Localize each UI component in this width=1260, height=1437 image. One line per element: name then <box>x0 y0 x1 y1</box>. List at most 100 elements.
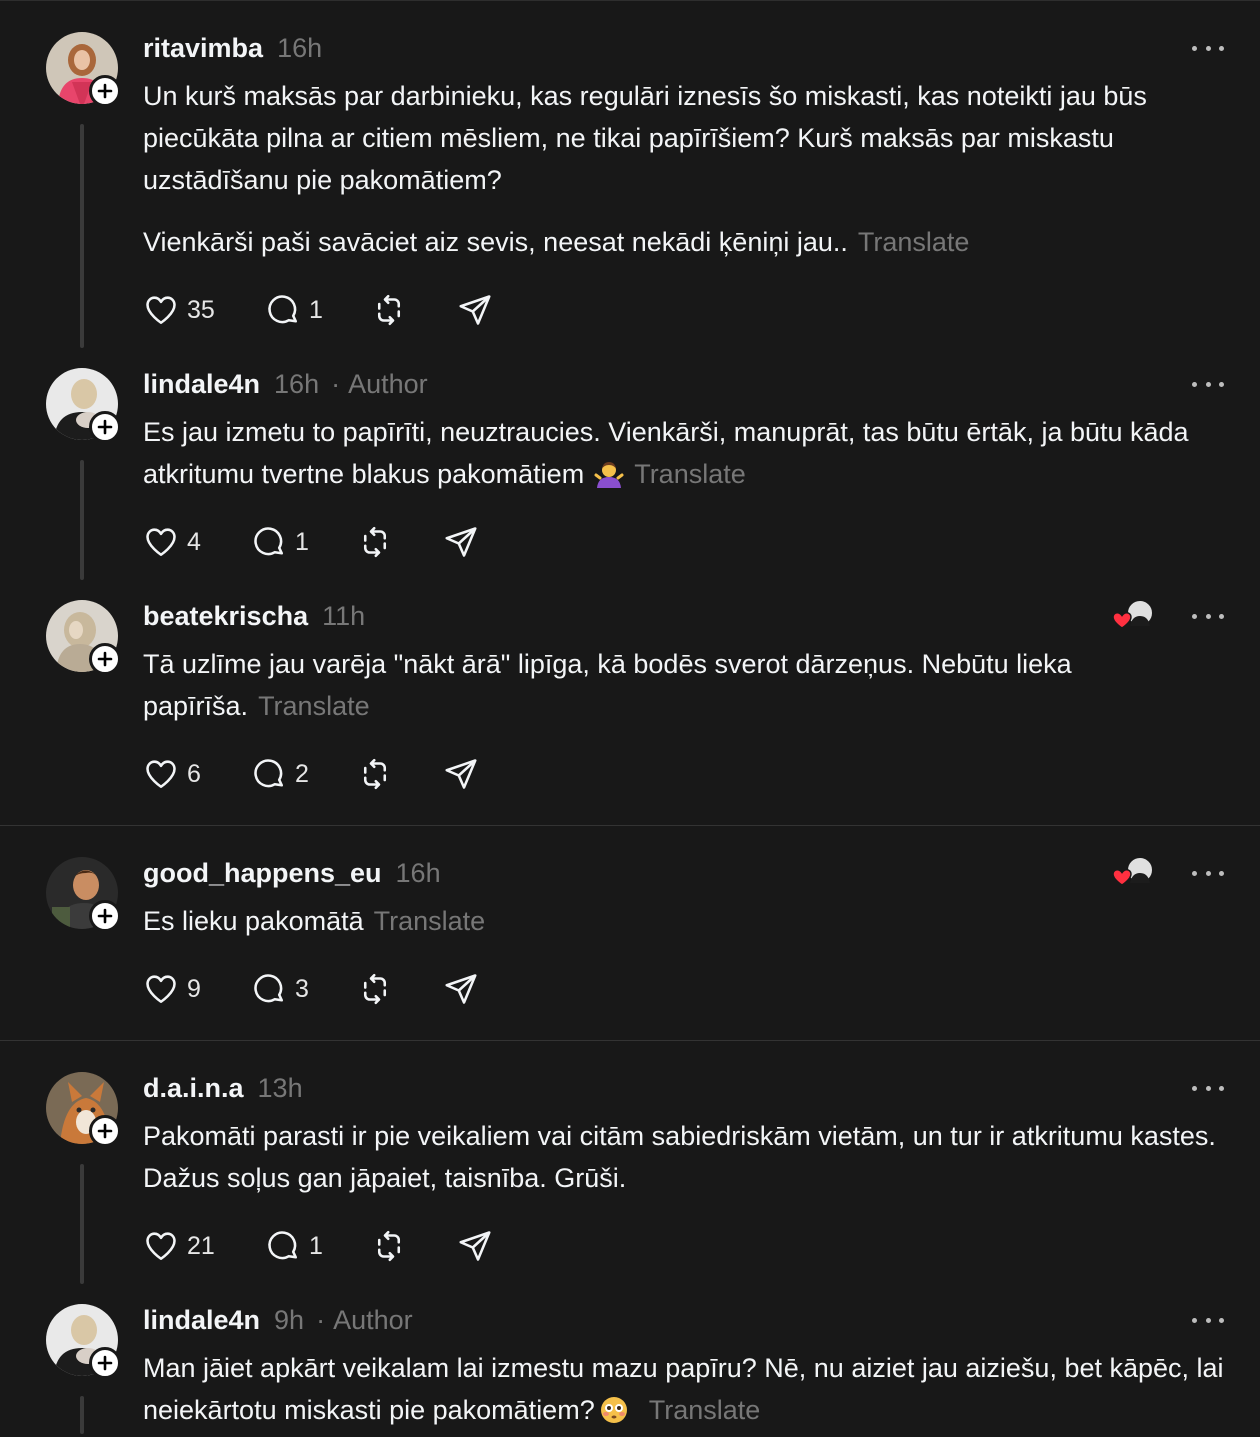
like-button[interactable]: 35 <box>143 290 265 330</box>
thread-divider <box>0 1040 1260 1041</box>
share-button[interactable] <box>443 969 483 1009</box>
author-label: Author <box>348 368 428 399</box>
like-count: 4 <box>187 527 201 556</box>
more-options-icon[interactable] <box>1192 1314 1224 1326</box>
follow-button[interactable] <box>89 643 121 675</box>
reply-count: 1 <box>295 527 309 556</box>
share-button[interactable] <box>457 1226 497 1266</box>
reply-count: 1 <box>309 1231 323 1260</box>
more-options-icon[interactable] <box>1192 42 1224 54</box>
avatar[interactable] <box>46 32 121 107</box>
comment-icon <box>254 527 284 556</box>
more-options-icon[interactable] <box>1192 867 1224 879</box>
reply-button[interactable]: 1 <box>265 290 371 330</box>
post-paragraph: Vienkārši paši savāciet aiz sevis, neesa… <box>143 227 848 257</box>
avatar[interactable] <box>46 600 121 675</box>
timestamp[interactable]: 13h <box>258 1073 303 1104</box>
username[interactable]: lindale4n <box>143 1305 260 1336</box>
reply-button[interactable]: 1 <box>251 522 357 562</box>
repost-icon <box>363 973 387 1005</box>
thread-line <box>80 1396 84 1434</box>
post-header: lindale4n 16h · Author <box>143 367 428 401</box>
author-label: Author <box>333 1304 413 1335</box>
comment-icon <box>254 974 284 1003</box>
send-icon <box>459 295 491 325</box>
timestamp[interactable]: 16h <box>277 33 322 64</box>
repost-button[interactable] <box>371 290 457 330</box>
share-button[interactable] <box>443 522 483 562</box>
follow-button[interactable] <box>89 1115 121 1147</box>
send-icon <box>445 974 477 1004</box>
send-icon <box>445 759 477 789</box>
timestamp[interactable]: 9h <box>274 1305 304 1336</box>
translate-link[interactable]: Translate <box>649 1395 761 1425</box>
flushed-face-emoji <box>599 1395 629 1437</box>
post-text: Es jau izmetu to papīrīti, neuztraucies.… <box>143 411 1243 501</box>
heart-icon <box>146 1232 176 1261</box>
separator-dot: · <box>331 368 341 399</box>
action-bar: 6 2 <box>143 754 483 794</box>
avatar[interactable] <box>46 1304 121 1379</box>
action-bar: 35 1 <box>143 290 497 330</box>
post-header: beatekrischa 11h <box>143 599 365 633</box>
more-options-icon[interactable] <box>1192 1082 1224 1094</box>
like-count: 6 <box>187 759 201 788</box>
repost-button[interactable] <box>357 969 443 1009</box>
follow-button[interactable] <box>89 411 121 443</box>
action-bar: 21 1 <box>143 1226 497 1266</box>
liked-by-author-indicator <box>1110 598 1158 632</box>
share-button[interactable] <box>457 290 497 330</box>
heart-icon <box>146 975 176 1004</box>
send-icon <box>459 1231 491 1261</box>
more-options-icon[interactable] <box>1192 378 1224 390</box>
like-button[interactable]: 9 <box>143 969 251 1009</box>
avatar[interactable] <box>46 1072 121 1147</box>
follow-button[interactable] <box>89 900 121 932</box>
heart-icon <box>146 296 176 325</box>
post-header: good_happens_eu 16h <box>143 856 441 890</box>
like-button[interactable]: 4 <box>143 522 251 562</box>
timestamp[interactable]: 16h <box>274 369 319 400</box>
reply-button[interactable]: 3 <box>251 969 357 1009</box>
post-text: Pakomāti parasti ir pie veikaliem vai ci… <box>143 1115 1253 1199</box>
action-bar: 9 3 <box>143 969 483 1009</box>
repost-button[interactable] <box>371 1226 457 1266</box>
post-header: d.a.i.n.a 13h <box>143 1071 303 1105</box>
repost-button[interactable] <box>357 754 443 794</box>
avatar[interactable] <box>46 857 121 932</box>
like-button[interactable]: 6 <box>143 754 251 794</box>
username[interactable]: good_happens_eu <box>143 858 382 889</box>
username[interactable]: lindale4n <box>143 369 260 400</box>
follow-button[interactable] <box>89 1347 121 1379</box>
thread-line <box>80 124 84 348</box>
timestamp[interactable]: 16h <box>396 858 441 889</box>
post-text: Un kurš maksās par darbinieku, kas regul… <box>143 75 1243 263</box>
thread-line <box>80 460 84 580</box>
username[interactable]: d.a.i.n.a <box>143 1073 244 1104</box>
reply-button[interactable]: 1 <box>265 1226 371 1266</box>
post-paragraph: Pakomāti parasti ir pie veikaliem vai ci… <box>143 1121 1216 1193</box>
translate-link[interactable]: Translate <box>858 227 970 257</box>
avatar[interactable] <box>46 368 121 443</box>
share-button[interactable] <box>443 754 483 794</box>
post-paragraph: Es lieku pakomātā <box>143 906 364 936</box>
comment-icon <box>268 295 298 324</box>
send-icon <box>445 527 477 557</box>
reply-button[interactable]: 2 <box>251 754 357 794</box>
repost-button[interactable] <box>357 522 443 562</box>
translate-link[interactable]: Translate <box>258 691 370 721</box>
liked-by-author-indicator <box>1110 855 1158 889</box>
reply-count: 3 <box>295 974 309 1003</box>
username[interactable]: ritavimba <box>143 33 263 64</box>
like-button[interactable]: 21 <box>143 1226 265 1266</box>
translate-link[interactable]: Translate <box>374 906 486 936</box>
top-border <box>0 0 1260 1</box>
translate-link[interactable]: Translate <box>634 459 746 489</box>
thread-divider <box>0 825 1260 826</box>
post-text: Tā uzlīme jau varēja "nākt ārā" lipīga, … <box>143 643 1243 727</box>
follow-button[interactable] <box>89 75 121 107</box>
post-paragraph: Un kurš maksās par darbinieku, kas regul… <box>143 81 1147 195</box>
more-options-icon[interactable] <box>1192 610 1224 622</box>
username[interactable]: beatekrischa <box>143 601 308 632</box>
timestamp[interactable]: 11h <box>322 601 365 632</box>
